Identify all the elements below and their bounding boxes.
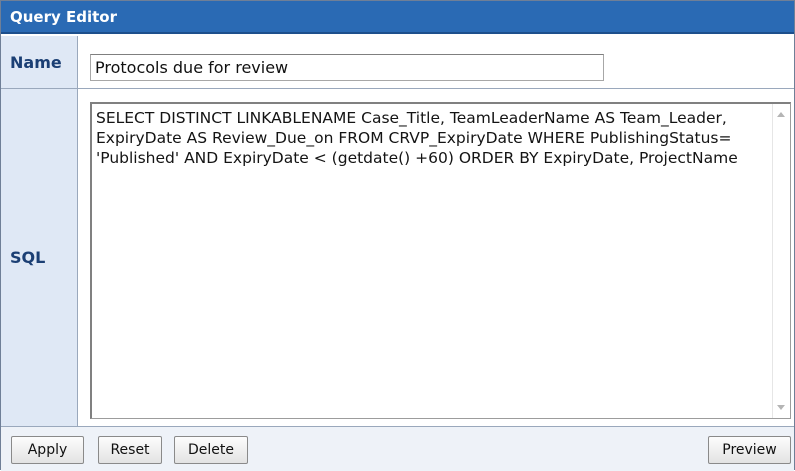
scroll-up-arrow-icon[interactable] bbox=[777, 112, 785, 117]
name-row: Name bbox=[1, 36, 794, 89]
sql-textarea[interactable]: SELECT DISTINCT LINKABLENAME Case_Title,… bbox=[90, 102, 791, 419]
name-input[interactable] bbox=[90, 54, 604, 81]
preview-button[interactable]: Preview bbox=[708, 436, 791, 464]
delete-button[interactable]: Delete bbox=[174, 436, 248, 464]
scroll-down-arrow-icon[interactable] bbox=[777, 405, 785, 410]
sql-text[interactable]: SELECT DISTINCT LINKABLENAME Case_Title,… bbox=[96, 108, 752, 168]
sql-scrollbar[interactable] bbox=[772, 104, 790, 418]
panel-title: Query Editor bbox=[1, 1, 794, 34]
query-editor-panel: Query Editor Name SQL SELECT DISTINCT LI… bbox=[0, 0, 795, 471]
apply-button[interactable]: Apply bbox=[11, 436, 84, 464]
name-label: Name bbox=[1, 36, 78, 88]
sql-row: SQL SELECT DISTINCT LINKABLENAME Case_Ti… bbox=[1, 89, 794, 427]
reset-button[interactable]: Reset bbox=[98, 436, 162, 464]
sql-label: SQL bbox=[1, 89, 78, 426]
action-bar: Apply Reset Delete Preview bbox=[1, 427, 794, 471]
